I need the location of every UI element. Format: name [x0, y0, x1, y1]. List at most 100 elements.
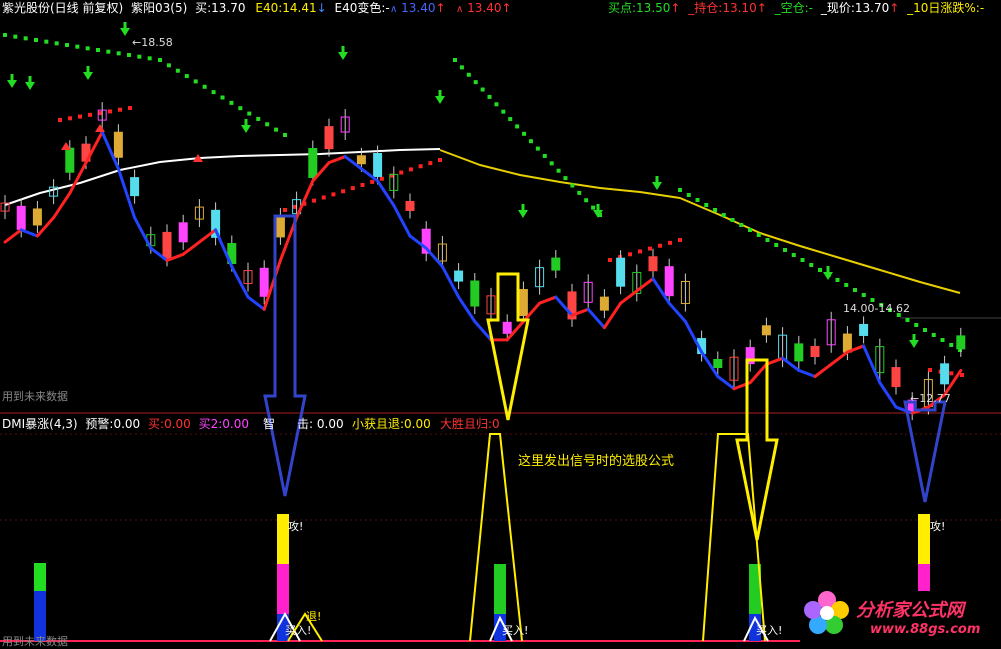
sar-dot-green	[549, 161, 554, 166]
sar-dot-green	[116, 51, 121, 56]
down-arrow-icon	[438, 90, 442, 96]
sar-dot-red	[108, 109, 112, 114]
trend-line-segment	[52, 191, 72, 220]
sar-dot-green	[584, 198, 589, 203]
sar-dot-green	[473, 80, 478, 85]
buy-value: 0.00	[164, 417, 191, 431]
sar-dot-green	[756, 233, 761, 237]
trend-line-segment	[424, 246, 444, 269]
sar-dot-red	[648, 246, 652, 251]
sar-dot-green	[96, 48, 100, 52]
warn-label: 预警:	[85, 417, 114, 431]
signal-bar	[494, 564, 506, 614]
blue-arrow-icon	[263, 214, 307, 497]
sar-dot-green	[211, 90, 216, 95]
sar-dot-green	[905, 318, 910, 322]
indicator-header: DMI暴涨(4,3) 预警:0.00 买:0.00 买2:0.00	[2, 416, 249, 432]
sar-dot-green	[13, 34, 18, 39]
sar-dot-green	[678, 188, 682, 192]
sar-dot-green	[85, 46, 90, 51]
sar-dot-green	[861, 293, 866, 297]
candle-body	[616, 257, 626, 287]
buy-label: 买:	[148, 417, 165, 431]
down-arrow-icon	[341, 46, 345, 52]
trend-line-segment	[862, 344, 882, 385]
buy-signal-label: 买入!	[756, 624, 783, 637]
candle-body	[130, 177, 140, 197]
down-arrow-icon	[241, 125, 251, 133]
down-arrow-icon	[244, 119, 248, 125]
sar-dot-green	[220, 95, 225, 100]
sar-dot-green	[158, 58, 162, 62]
candle-body	[648, 256, 658, 272]
candle-body	[810, 346, 820, 358]
sar-dot-green	[508, 117, 513, 122]
sar-dot-red	[628, 252, 632, 257]
sar-dot-green	[522, 131, 527, 136]
down-arrow-icon	[10, 74, 14, 80]
sar-dot-green	[256, 116, 261, 121]
trend-line-segment	[764, 356, 785, 366]
sar-dot-red	[438, 158, 442, 162]
down-arrow-icon	[652, 182, 662, 190]
candle-body	[859, 323, 869, 336]
small-value: 0.00	[404, 417, 431, 431]
candle-body	[373, 152, 383, 177]
high-price-label: ←18.58	[132, 36, 173, 49]
sar-dot-green	[202, 84, 207, 89]
attack-label: 攻!	[288, 520, 304, 533]
candle-body	[356, 155, 366, 165]
sar-dot-red	[408, 167, 413, 172]
sar-dot-green	[75, 44, 80, 49]
sub-future-data-note: 用到未来数据	[2, 635, 68, 648]
sar-dot-green	[175, 68, 180, 73]
sar-dot-green	[487, 94, 492, 99]
sar-dot-red	[88, 112, 92, 117]
sar-dot-red	[949, 371, 954, 376]
sar-dot-red	[418, 164, 423, 169]
down-arrow-icon	[123, 22, 127, 28]
down-arrow-icon	[28, 76, 32, 82]
trend-line-segment	[813, 362, 833, 379]
dmi-name: DMI暴涨(4,3)	[2, 417, 78, 431]
sar-dot-green	[923, 328, 927, 332]
sar-dot-green	[34, 38, 38, 42]
sar-dot-red	[668, 240, 672, 245]
watermark-brand: 分析家公式网	[856, 600, 964, 621]
candle-body	[32, 208, 42, 226]
sar-dot-red	[350, 186, 355, 191]
sar-dot-green	[748, 228, 752, 232]
sar-dot-green	[835, 278, 840, 282]
sar-dot-green	[166, 63, 171, 68]
down-arrow-icon	[25, 82, 35, 90]
sar-dot-red	[128, 106, 132, 110]
down-arrow-icon	[86, 66, 90, 72]
trend-line-segment	[133, 216, 153, 250]
sar-dot-red	[638, 249, 642, 254]
sar-dot-green	[274, 127, 279, 132]
sar-dot-green	[800, 258, 805, 262]
sar-dot-green	[147, 56, 152, 61]
sar-dot-green	[730, 218, 735, 222]
buy2-value: 0.00	[222, 417, 250, 431]
trend-line-segment	[683, 320, 704, 354]
smart-label-tail: 击:	[297, 417, 314, 431]
sar-dot-red	[960, 373, 964, 377]
sar-dot-red	[58, 118, 62, 122]
sar-dot-green	[721, 213, 726, 217]
sar-dot-green	[931, 333, 936, 337]
sar-dot-red	[341, 189, 346, 194]
down-arrow-icon	[521, 204, 525, 210]
trend-line-segment	[619, 289, 639, 305]
candle-body	[16, 205, 26, 230]
smart-attack: 智 击: 0.00	[263, 416, 344, 432]
sar-dot-red	[68, 116, 72, 121]
candle-body	[794, 343, 804, 362]
sar-dot-green	[528, 139, 533, 144]
big-label: 大胜且归:	[440, 417, 493, 431]
sar-dot-green	[265, 122, 270, 127]
sar-dot-red	[283, 208, 287, 212]
sar-dot-green	[229, 100, 234, 105]
trend-line-segment	[797, 368, 817, 379]
down-arrow-icon	[655, 176, 659, 182]
